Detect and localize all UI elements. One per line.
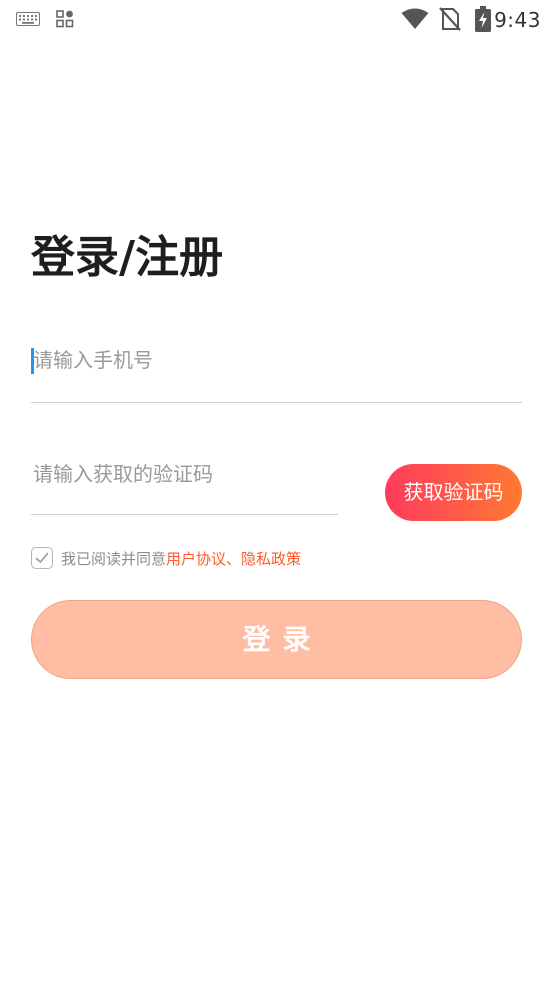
agreement-text: 我已阅读并同意 bbox=[61, 549, 167, 568]
page-title: 登录/注册 bbox=[31, 232, 224, 283]
status-bar: 9:43 bbox=[0, 0, 553, 38]
status-time: 9:43 bbox=[494, 8, 541, 32]
agreement-checkbox[interactable] bbox=[31, 547, 53, 569]
wifi-icon bbox=[401, 8, 429, 29]
verification-code-input[interactable] bbox=[31, 456, 340, 492]
agreement-row: 我已阅读并同意 用户协议、隐私政策 bbox=[31, 545, 301, 571]
login-button[interactable]: 登录 bbox=[31, 600, 522, 679]
agreement-links[interactable]: 用户协议、隐私政策 bbox=[166, 548, 301, 569]
get-code-button[interactable]: 获取验证码 bbox=[385, 464, 522, 521]
keyboard-icon bbox=[16, 12, 40, 26]
phone-input[interactable] bbox=[31, 342, 524, 378]
code-field-row bbox=[31, 444, 340, 515]
battery-charging-icon bbox=[475, 6, 491, 32]
apps-grid-icon bbox=[56, 10, 74, 28]
no-sim-icon bbox=[439, 7, 461, 31]
check-icon bbox=[35, 552, 49, 563]
phone-field-row bbox=[31, 330, 524, 403]
